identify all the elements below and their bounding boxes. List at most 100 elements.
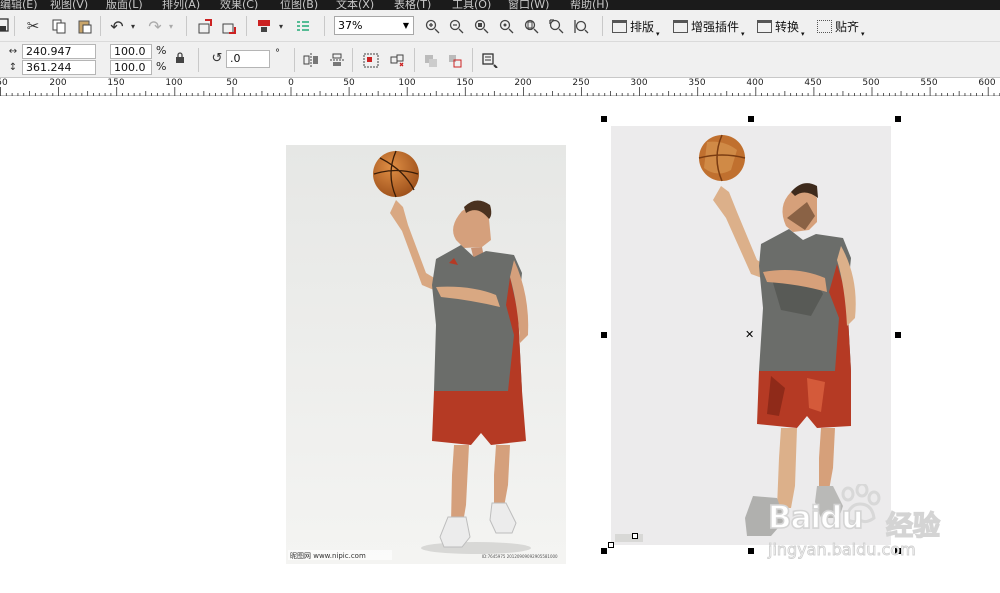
chevron-down-icon: ▾ [861, 29, 865, 38]
menu-bar: 编辑(E) 视图(V) 版面(L) 排列(A) 效果(C) 位图(B) 文本(X… [0, 0, 1000, 11]
zoom-in-icon[interactable] [423, 17, 441, 35]
original-photo[interactable]: 昵图网 www.nipic.com ID:7645975 20120909092… [286, 145, 566, 564]
ruler-label: 50 [343, 78, 355, 88]
ruler-label: 350 [688, 78, 706, 88]
selection-handle-top-right[interactable] [895, 116, 901, 122]
break-apart-icon[interactable] [446, 51, 464, 69]
ruler-label: 50 [226, 78, 238, 88]
chevron-down-icon: ▼ [402, 21, 409, 30]
copy-icon[interactable] [50, 17, 68, 35]
wrap-paragraph-icon[interactable] [481, 51, 499, 69]
object-width-field[interactable]: 240.947 mm [22, 44, 96, 71]
selection-handle-right[interactable] [895, 332, 901, 338]
percent-label: % [156, 60, 167, 73]
zoom-page-icon[interactable] [522, 17, 540, 35]
horizontal-ruler[interactable]: 50 200 150 100 50 0 50 100 150 200 250 3… [0, 78, 1000, 96]
paste-icon[interactable] [75, 17, 93, 35]
height-arrow-icon: ↕ [8, 61, 18, 73]
ruler-label: 150 [456, 78, 474, 88]
ruler-label: 150 [107, 78, 125, 88]
application-launcher-icon[interactable] [255, 17, 273, 35]
group-icon[interactable] [362, 51, 380, 69]
node-handle[interactable] [608, 542, 614, 548]
convert-plugin-button[interactable]: 转换 ▾ [757, 18, 805, 38]
ruler-label: 600 [978, 78, 996, 88]
toolbar-separator [186, 16, 187, 36]
zoom-level-select[interactable]: 37% ▼ [334, 16, 414, 35]
ruler-label: 400 [746, 78, 764, 88]
center-cross-icon[interactable]: ✕ [745, 328, 754, 341]
cut-icon[interactable]: ✂ [24, 17, 42, 35]
baidu-url-text: jingyan.baidu.com [768, 540, 917, 560]
toolbar-separator [352, 48, 353, 72]
width-arrow-icon: ↔ [8, 45, 18, 57]
mirror-horizontal-icon[interactable] [302, 51, 320, 69]
mirror-vertical-icon[interactable] [328, 51, 346, 69]
ruler-label: 50 [0, 78, 8, 88]
selection-handle-bottom[interactable] [748, 548, 754, 554]
toolbar-separator [14, 16, 15, 36]
property-bar: ↔ 240.947 mm ↕ 361.244 mm 100.0 % 100.0 … [0, 42, 1000, 87]
options-list-icon[interactable] [294, 17, 312, 35]
ruler-label: 100 [165, 78, 183, 88]
toolbar-separator [324, 16, 325, 36]
launcher-dropdown-icon[interactable]: ▾ [276, 19, 286, 33]
toolbar-separator [246, 16, 247, 36]
import-icon[interactable] [196, 17, 214, 35]
ruler-label: 500 [862, 78, 880, 88]
baidu-logo-text: Baidu [767, 499, 864, 537]
scale-y-field[interactable]: 100.0 [110, 60, 152, 75]
export-icon[interactable] [220, 17, 238, 35]
selection-handle-bottom-left[interactable] [601, 548, 607, 554]
zoom-page-height-icon[interactable] [572, 17, 590, 35]
baidu-watermark: Baidu 经验 jingyan.baidu.com [767, 484, 970, 566]
degree-label: ° [275, 48, 280, 59]
zoom-selected-icon[interactable] [472, 17, 490, 35]
ruler-label: 200 [514, 78, 532, 88]
rotation-angle-field[interactable]: .0 [226, 50, 270, 68]
ruler-label: 100 [398, 78, 416, 88]
scale-x-field[interactable]: 100.0 [110, 44, 152, 59]
panel-icon [673, 20, 688, 33]
percent-label: % [156, 44, 167, 57]
selection-handle-top[interactable] [748, 116, 754, 122]
enhance-plugin-button[interactable]: 增强插件 ▾ [673, 18, 745, 38]
panel-icon [612, 20, 627, 33]
redo-dropdown-icon[interactable]: ▾ [166, 19, 176, 33]
node-handle[interactable] [632, 533, 638, 539]
object-height-field[interactable]: 361.244 mm [22, 60, 96, 87]
ruler-label: 300 [630, 78, 648, 88]
baidu-jingyan-text: 经验 [885, 510, 940, 542]
chevron-down-icon: ▾ [656, 29, 660, 38]
snap-plugin-button[interactable]: 贴齐 ▾ [817, 18, 865, 38]
ruler-label: 0 [288, 78, 294, 88]
zoom-all-objects-icon[interactable] [497, 17, 515, 35]
lock-ratio-icon[interactable] [174, 51, 186, 63]
combine-icon[interactable] [422, 51, 440, 69]
panel-icon [757, 20, 772, 33]
ruler-label: 200 [49, 78, 67, 88]
undo-dropdown-icon[interactable]: ▾ [128, 19, 138, 33]
original-photo-watermark: 昵图网 www.nipic.com [290, 552, 366, 560]
toolbar-separator [602, 16, 603, 36]
original-photo-id: ID:7645975 20120909092905581000 [482, 554, 558, 559]
selection-handle-top-left[interactable] [601, 116, 607, 122]
drawing-canvas[interactable]: 昵图网 www.nipic.com ID:7645975 20120909092… [0, 96, 1000, 593]
rotation-icon: ↺ [211, 50, 223, 66]
save-icon[interactable] [0, 17, 10, 33]
chevron-down-icon: ▾ [741, 29, 745, 38]
redo-icon[interactable]: ↷ [146, 17, 164, 36]
toolbar-separator [100, 16, 101, 36]
selection-handle-left[interactable] [601, 332, 607, 338]
ruler-label: 550 [920, 78, 938, 88]
zoom-out-icon[interactable] [447, 17, 465, 35]
undo-icon[interactable]: ↶ [108, 17, 126, 36]
ungroup-icon[interactable] [388, 51, 406, 69]
grid-icon [817, 20, 832, 33]
ruler-label: 450 [804, 78, 822, 88]
toolbar-separator [198, 48, 199, 72]
layout-plugin-button[interactable]: 排版 ▾ [612, 18, 660, 38]
zoom-page-width-icon[interactable] [547, 17, 565, 35]
ruler-label: 250 [572, 78, 590, 88]
toolbar-separator [472, 48, 473, 72]
